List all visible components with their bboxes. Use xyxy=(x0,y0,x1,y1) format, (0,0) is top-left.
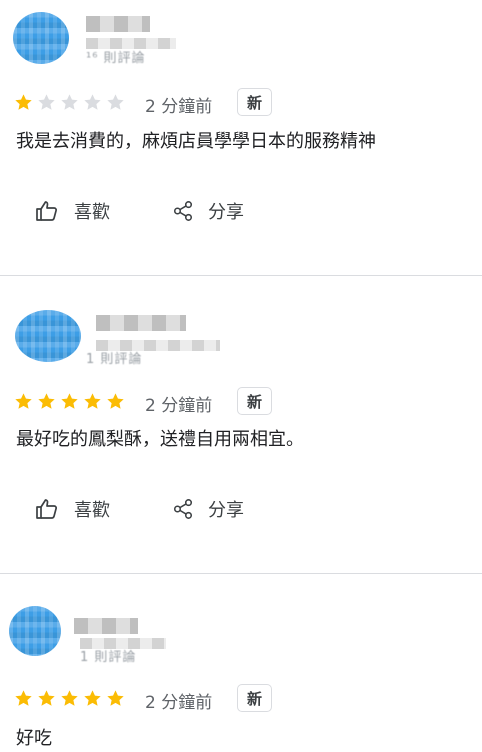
reviewer-avatar[interactable] xyxy=(13,12,69,64)
star-empty-icon xyxy=(38,94,55,110)
reviewer-review-count: 1 則評論 xyxy=(86,352,143,367)
thumb-up-icon xyxy=(34,199,60,223)
star-filled-icon xyxy=(38,393,55,409)
star-rating xyxy=(14,93,125,112)
like-label: 喜歡 xyxy=(74,500,110,521)
thumb-up-icon xyxy=(34,497,60,521)
reviewer-name[interactable] xyxy=(96,315,186,331)
star-empty-icon xyxy=(107,94,124,110)
reviewer-review-count: ¹⁶ 則評論 xyxy=(86,51,146,66)
new-badge: 新 xyxy=(237,387,273,415)
reviewer-name[interactable] xyxy=(74,618,138,634)
star-filled-icon xyxy=(84,690,101,706)
star-rating xyxy=(14,392,125,411)
reviewer-name[interactable] xyxy=(86,16,150,32)
like-button[interactable]: 喜歡 xyxy=(34,496,110,522)
review-time: 2 分鐘前 xyxy=(145,693,213,713)
reviewer-avatar[interactable] xyxy=(9,606,61,656)
review-3: 1 則評論 2 分鐘前 新 好吃 xyxy=(0,574,482,752)
review-2: 1 則評論 2 分鐘前 新 最好吃的鳳梨酥，送禮自用兩相宜。 喜歡 分享 xyxy=(0,276,482,573)
star-filled-icon xyxy=(61,690,78,706)
star-filled-icon xyxy=(107,393,124,409)
share-icon xyxy=(172,497,194,521)
new-badge: 新 xyxy=(237,684,273,712)
review-text: 最好吃的鳳梨酥，送禮自用兩相宜。 xyxy=(16,429,304,450)
star-filled-icon xyxy=(61,393,78,409)
review-text: 我是去消費的，麻煩店員學學日本的服務精神 xyxy=(16,131,376,152)
new-badge: 新 xyxy=(237,88,273,116)
star-rating xyxy=(14,689,125,708)
star-filled-icon xyxy=(107,690,124,706)
reviewer-review-count: 1 則評論 xyxy=(80,650,137,665)
like-button[interactable]: 喜歡 xyxy=(34,198,110,224)
review-time: 2 分鐘前 xyxy=(145,396,213,416)
star-filled-icon xyxy=(15,690,32,706)
star-empty-icon xyxy=(61,94,78,110)
star-filled-icon xyxy=(15,94,32,110)
review-1: ¹⁶ 則評論 2 分鐘前 新 我是去消費的，麻煩店員學學日本的服務精神 喜歡 分… xyxy=(0,0,482,275)
like-label: 喜歡 xyxy=(74,202,110,223)
share-label: 分享 xyxy=(208,500,244,521)
star-filled-icon xyxy=(38,690,55,706)
share-button[interactable]: 分享 xyxy=(172,496,244,522)
share-button[interactable]: 分享 xyxy=(172,198,244,224)
share-icon xyxy=(172,199,194,223)
star-filled-icon xyxy=(84,393,101,409)
star-filled-icon xyxy=(15,393,32,409)
review-time: 2 分鐘前 xyxy=(145,97,213,117)
review-text: 好吃 xyxy=(16,728,52,749)
share-label: 分享 xyxy=(208,202,244,223)
reviewer-avatar[interactable] xyxy=(15,310,81,362)
star-empty-icon xyxy=(84,94,101,110)
